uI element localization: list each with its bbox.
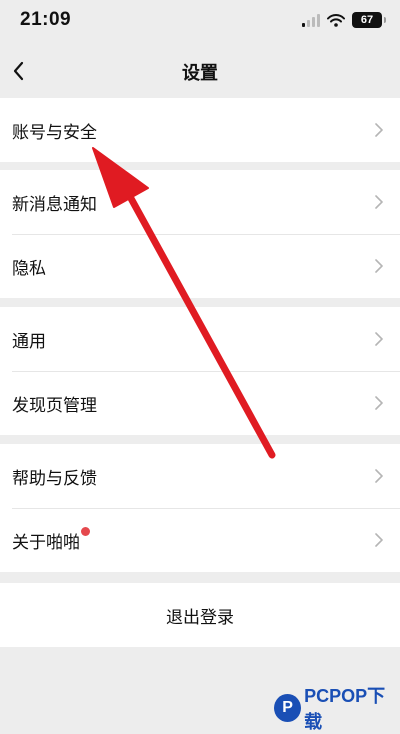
status-time: 21:09 [20,9,72,30]
logout-label: 退出登录 [166,607,234,628]
chevron-right-icon [375,396,383,410]
chevron-right-icon [375,259,383,273]
settings-item-label: 通用 [12,331,46,352]
nav-bar: 设置 [0,44,400,98]
watermark-text: PCPOP下载 [304,686,386,732]
settings-item-help-feedback[interactable]: 帮助与反馈 [0,444,400,508]
settings-group-help: 帮助与反馈 关于啪啪 [0,444,400,572]
chevron-right-icon [375,469,383,483]
chevron-right-icon [375,533,383,547]
settings-item-notifications[interactable]: 新消息通知 [0,170,400,234]
settings-item-label: 帮助与反馈 [12,468,97,489]
settings-item-label: 账号与安全 [12,122,97,143]
settings-item-label: 新消息通知 [12,194,97,215]
settings-group-general: 通用 发现页管理 [0,307,400,435]
status-bar: 21:09 67 [0,0,400,44]
settings-item-account-security[interactable]: 账号与安全 [0,98,400,162]
signal-icon [302,13,320,27]
settings-item-discover-management[interactable]: 发现页管理 [0,371,400,435]
settings-item-label: 发现页管理 [12,395,97,416]
chevron-right-icon [375,123,383,137]
settings-item-about[interactable]: 关于啪啪 [0,508,400,572]
settings-group-account: 账号与安全 [0,98,400,162]
wifi-icon [327,13,345,27]
chevron-right-icon [375,332,383,346]
settings-group-notifications: 新消息通知 隐私 [0,170,400,298]
watermark: P PCPOP下载 [274,682,400,734]
logout-button[interactable]: 退出登录 [0,583,400,647]
watermark-logo-icon: P [274,694,302,722]
watermark-logo-letter: P [282,699,293,716]
chevron-right-icon [375,195,383,209]
settings-item-privacy[interactable]: 隐私 [0,234,400,298]
status-icons: 67 [302,12,386,28]
notification-badge [81,526,90,536]
settings-item-label: 隐私 [12,258,46,279]
battery-level: 67 [360,14,374,26]
settings-item-label: 关于啪啪 [12,532,80,553]
settings-item-general[interactable]: 通用 [0,307,400,371]
battery-icon: 67 [352,12,386,28]
page-title: 设置 [182,63,218,84]
